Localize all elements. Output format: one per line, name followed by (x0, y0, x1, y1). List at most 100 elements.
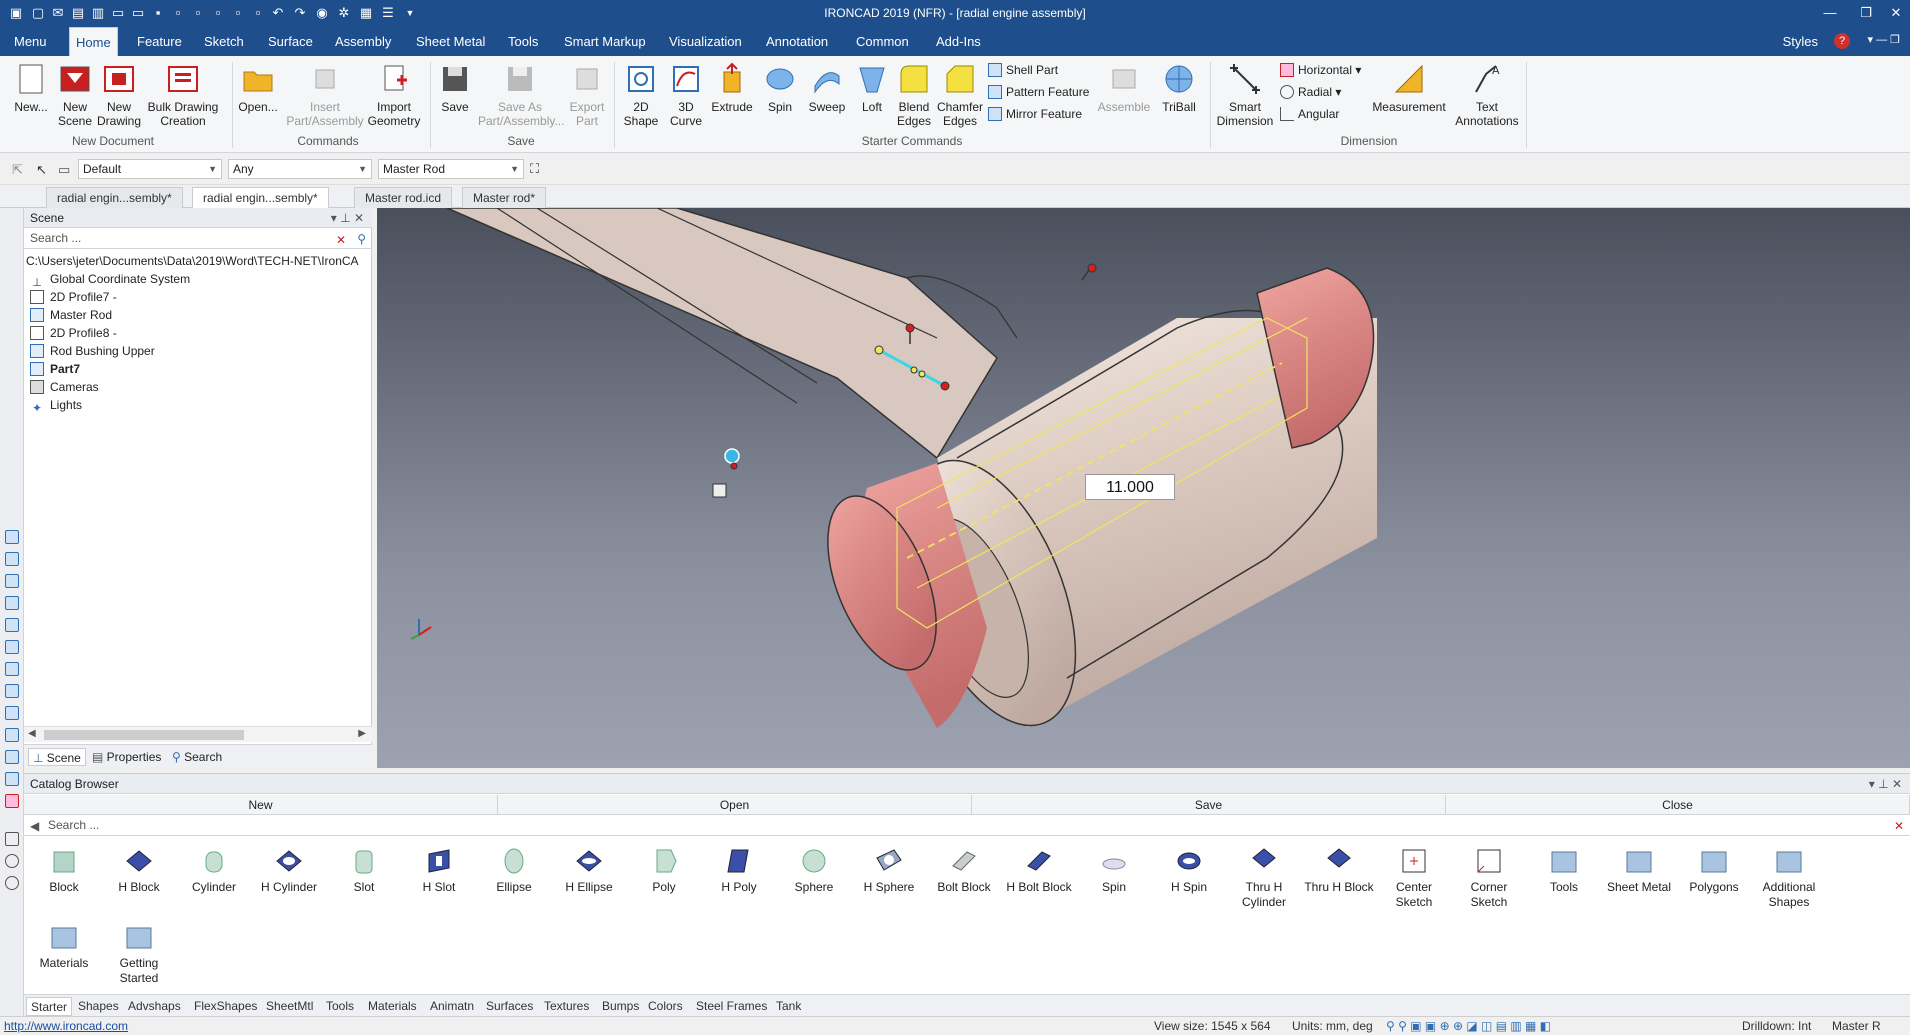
rod-arm[interactable] (446, 208, 998, 460)
shell-part-button[interactable]: Shell Part (988, 62, 1058, 80)
tab-tools[interactable]: Tools (502, 27, 544, 56)
view-right-icon[interactable] (5, 574, 19, 588)
catalog-tab-starter[interactable]: Starter (26, 997, 73, 1016)
catalog-item-thru-h-block[interactable]: Thru H Block (1304, 846, 1374, 895)
tab-home[interactable]: Home (69, 27, 118, 56)
pointer-icon[interactable]: ⇱ (12, 162, 23, 178)
no-entry-icon[interactable] (5, 876, 19, 890)
ribbon-window-controls-icon[interactable]: ▾ — ❐ (1868, 33, 1901, 46)
catalog-tab-tank[interactable]: Tank (772, 997, 805, 1016)
dimension-value-input[interactable]: 11.000 (1085, 474, 1175, 500)
clear-search-icon[interactable]: ✕ (1894, 817, 1904, 836)
catalog-new-button[interactable]: New (24, 795, 498, 815)
new-scene-button[interactable]: New Scene (56, 60, 94, 128)
catalog-item-slot[interactable]: Slot (329, 846, 399, 895)
loft-button[interactable]: Loft (852, 60, 892, 114)
horizontal-dimension-button[interactable]: Horizontal ▾ (1280, 62, 1361, 80)
tree-item-global-coordinate-system[interactable]: ⊥ Global Coordinate System (30, 270, 190, 289)
catalog-item-h-bolt-block[interactable]: H Bolt Block (1004, 846, 1074, 895)
blend-edges-button[interactable]: Blend Edges (894, 60, 934, 128)
catalog-item-h-ellipse[interactable]: H Ellipse (554, 846, 624, 895)
doc-tab-radial-engine-2[interactable]: radial engin...sembly* (192, 187, 329, 208)
tab-search[interactable]: ⚲ Search (168, 748, 226, 766)
panel-controls-icon[interactable]: ▾ ⊥ ✕ (1869, 774, 1902, 794)
catalog-item-sheet-metal[interactable]: Sheet Metal (1604, 846, 1674, 895)
tree-item-2d-profile7[interactable]: 2D Profile7 - (30, 288, 117, 306)
assemble-button[interactable]: Assemble (1096, 60, 1152, 114)
catalog-item-getting-started[interactable]: Getting Started (104, 922, 174, 986)
chamfer-edges-button[interactable]: Chamfer Edges (936, 60, 984, 128)
catalog-item-poly[interactable]: Poly (629, 846, 699, 895)
view-normal-icon[interactable] (5, 684, 19, 698)
view-top-icon[interactable] (5, 552, 19, 566)
radial-dimension-button[interactable]: Radial ▾ (1280, 84, 1341, 102)
tree-item-lights[interactable]: ✦ Lights (30, 396, 82, 415)
view-bottom-icon[interactable] (5, 662, 19, 676)
measurement-button[interactable]: Measurement (1368, 60, 1450, 114)
catalog-tab-steel-frames[interactable]: Steel Frames (692, 997, 771, 1016)
anchor-point[interactable] (905, 323, 915, 333)
view-fit-icon[interactable] (5, 706, 19, 720)
clock-icon[interactable] (5, 854, 19, 868)
tab-sketch[interactable]: Sketch (198, 27, 250, 56)
catalog-tab-tools[interactable]: Tools (322, 997, 358, 1016)
catalog-tab-animatn[interactable]: Animatn (426, 997, 478, 1016)
catalog-item-h-cylinder[interactable]: H Cylinder (254, 846, 324, 895)
catalog-item-h-slot[interactable]: H Slot (404, 846, 474, 895)
scroll-right-icon[interactable]: ▶ (358, 728, 366, 739)
tab-scene[interactable]: ⊥ Scene (28, 748, 86, 766)
style-combo[interactable]: Default ▼ (78, 159, 222, 179)
measure-icon[interactable] (5, 832, 19, 846)
scene-horizontal-scrollbar[interactable]: ◀ ▶ (24, 726, 372, 742)
view-iso-icon[interactable] (5, 596, 19, 610)
catalog-tab-shapes[interactable]: Shapes (74, 997, 123, 1016)
status-tools-icon[interactable]: ⚲ ⚲ ▣ ▣ ⊕ ⊕ ◪ ◫ ▤ ▥ ▦ ◧ (1386, 1017, 1551, 1035)
tab-menu[interactable]: Menu (8, 27, 53, 56)
save-button[interactable]: Save (434, 60, 476, 114)
tree-item-rod-bushing-upper[interactable]: Rod Bushing Upper (30, 342, 155, 360)
select-window-icon[interactable]: ▭ (58, 162, 70, 178)
catalog-tab-bumps[interactable]: Bumps (598, 997, 643, 1016)
clear-search-icon[interactable]: ✕ (336, 231, 346, 250)
tree-item-2d-profile8[interactable]: 2D Profile8 - (30, 324, 117, 342)
catalog-item-cylinder[interactable]: Cylinder (179, 846, 249, 895)
tab-annotation[interactable]: Annotation (760, 27, 834, 56)
2d-shape-button[interactable]: 2D Shape (618, 60, 664, 128)
new-button[interactable]: New... (8, 60, 54, 114)
tab-assembly[interactable]: Assembly (329, 27, 397, 56)
tree-item-path[interactable]: C:\Users\jeter\Documents\Data\2019\Word\… (26, 252, 372, 270)
filter-icon[interactable]: ⚲ (357, 230, 366, 249)
catalog-tab-colors[interactable]: Colors (644, 997, 687, 1016)
catalog-tab-sheetmtl[interactable]: SheetMtl (262, 997, 317, 1016)
catalog-item-spin[interactable]: Spin (1079, 846, 1149, 895)
catalog-item-additional-shapes[interactable]: Additional Shapes (1754, 846, 1824, 910)
tab-common[interactable]: Common (850, 27, 915, 56)
sweep-button[interactable]: Sweep (804, 60, 850, 114)
view-back-icon[interactable] (5, 618, 19, 632)
catalog-save-button[interactable]: Save (972, 795, 1446, 815)
smart-dimension-button[interactable]: Smart Dimension (1214, 60, 1276, 128)
new-drawing-button[interactable]: New Drawing (96, 60, 142, 128)
angular-dimension-button[interactable]: Angular (1280, 106, 1339, 124)
catalog-tab-flexshapes[interactable]: FlexShapes (190, 997, 261, 1016)
triball-center-icon[interactable] (724, 448, 740, 464)
mirror-feature-button[interactable]: Mirror Feature (988, 106, 1082, 124)
catalog-item-h-poly[interactable]: H Poly (704, 846, 774, 895)
tab-add-ins[interactable]: Add-Ins (930, 27, 987, 56)
view-orbit-icon[interactable] (5, 772, 19, 786)
tab-feature[interactable]: Feature (131, 27, 188, 56)
styles-dropdown[interactable]: Styles (1783, 27, 1818, 56)
tab-sheet-metal[interactable]: Sheet Metal (410, 27, 491, 56)
scene-search-input[interactable]: Search ... ✕ ⚲ (24, 229, 372, 249)
restore-icon[interactable]: ❐ (1856, 4, 1876, 22)
catalog-close-button[interactable]: Close (1446, 795, 1910, 815)
view-pan-icon[interactable] (5, 750, 19, 764)
extrude-button[interactable]: Extrude (708, 60, 756, 114)
tab-visualization[interactable]: Visualization (663, 27, 748, 56)
text-annotations-button[interactable]: A Text Annotations (1454, 60, 1520, 128)
tab-surface[interactable]: Surface (262, 27, 319, 56)
tree-item-master-rod[interactable]: Master Rod (30, 306, 112, 324)
catalog-item-sphere[interactable]: Sphere (779, 846, 849, 895)
close-icon[interactable]: ✕ (1886, 4, 1906, 22)
drilldown-selector[interactable]: Drilldown: Int (1742, 1017, 1811, 1035)
